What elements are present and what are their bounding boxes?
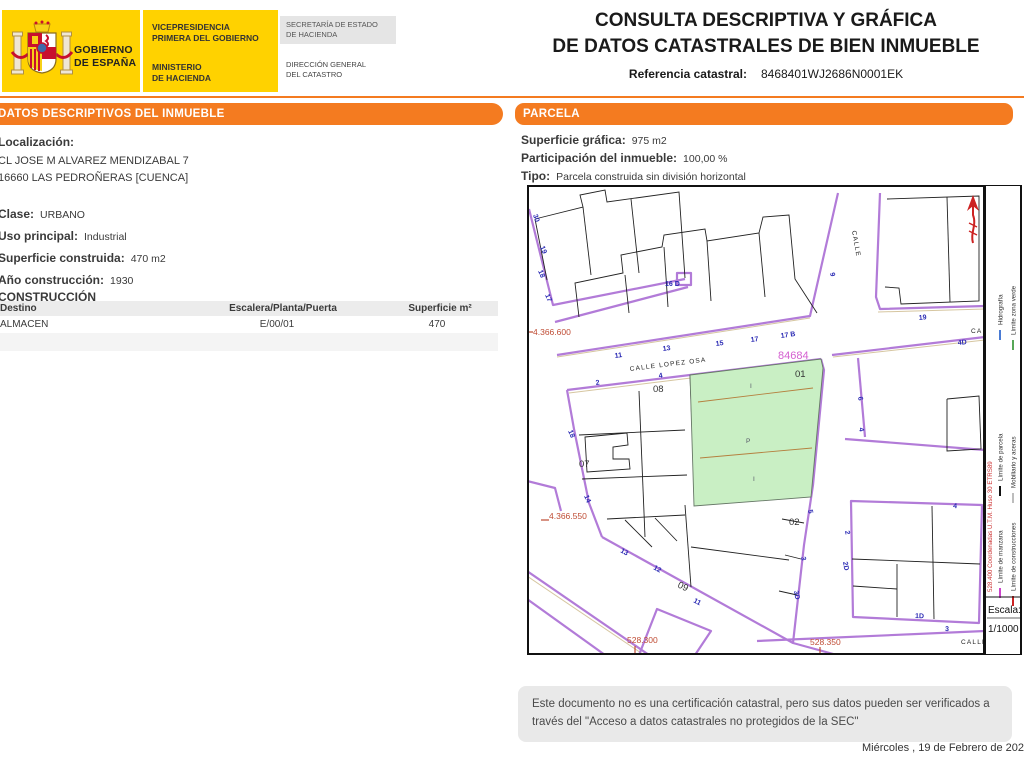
legend-item-label: Límite de parcela <box>998 433 1005 481</box>
col-destino: Destino <box>0 303 37 314</box>
house-number-label: 4D <box>957 339 967 347</box>
manzana-number-label: 84684 <box>778 350 809 362</box>
gobierno-logo-box: GOBIERNO DE ESPAÑA <box>2 10 140 92</box>
participacion-label: Participación del inmueble: <box>521 151 678 165</box>
ref-catastral-label: Referencia catastral: <box>628 67 747 81</box>
construction-type-label: I <box>750 383 752 390</box>
coordinate-label: 528.350 <box>810 637 841 647</box>
house-number-label: 17 <box>750 336 759 344</box>
vicepresidencia-line2: PRIMERA DEL GOBIERNO <box>152 33 259 44</box>
cadastral-document: GOBIERNO DE ESPAÑA VICEPRESIDENCIA PRIME… <box>0 0 1024 768</box>
legend-item-label: Hidrografía <box>998 294 1005 325</box>
secretaria-line2: DE HACIENDA <box>286 30 338 40</box>
house-number-label: 11 <box>614 352 622 360</box>
secretaria-line1: SECRETARÍA DE ESTADO <box>286 20 378 29</box>
disclaimer-box: Este documento no es una certificación c… <box>518 686 1012 742</box>
vicepresidencia-line1: VICEPRESIDENCIA <box>152 22 230 32</box>
superficie-construida-label: Superficie construida: <box>0 251 125 265</box>
legend-item-label: Límite de construcciones <box>1011 523 1018 591</box>
parcel-number-label: 07 <box>579 459 590 470</box>
direccion-line1: DIRECCIÓN GENERAL <box>286 60 367 69</box>
coordinate-label: 528.300 <box>627 635 658 645</box>
cell-escalera: E/00/01 <box>259 319 295 330</box>
coordinate-label: 4.366.600 <box>533 327 571 337</box>
uso-principal-label: Uso principal: <box>0 229 79 243</box>
coordinate-label: 4.366.550 <box>549 511 587 521</box>
document-title-line2: DE DATOS CATASTRALES DE BIEN INMUEBLE <box>552 36 980 57</box>
ministerio-line2: DE HACIENDA <box>152 73 212 84</box>
highlighted-parcel <box>689 358 824 507</box>
parcel-number-label: 08 <box>653 384 664 395</box>
construccion-table-empty-row <box>0 333 498 351</box>
tipo-label: Tipo: <box>521 169 551 183</box>
legend-item-label: Mobiliario y aceras <box>1011 436 1018 488</box>
house-number-label: 13 <box>662 345 671 353</box>
address-line2: 16660 LAS PEDROÑERAS [CUENCA] <box>0 172 189 184</box>
legend-item-label: Límite de manzana <box>998 530 1005 583</box>
disclaimer-text: Este documento no es una certificación c… <box>532 698 990 728</box>
left-section-header: DATOS DESCRIPTIVOS DEL INMUEBLE <box>0 103 503 125</box>
house-number-label: 1D <box>915 613 924 620</box>
document-date: Miércoles , 19 de Febrero de 2025 <box>862 742 1024 754</box>
parcel-number-label: 01 <box>795 369 806 380</box>
escala-value: 1/1000 <box>988 624 1019 635</box>
participacion-value: 100,00 % <box>683 153 728 165</box>
street-name-label: CA <box>971 328 982 335</box>
cell-superficie: 470 <box>428 319 446 330</box>
direccion-line2: DEL CATASTRO <box>286 70 343 80</box>
ref-catastral-value: 8468401WJ2686N0001EK <box>760 67 904 81</box>
legend-item-label: Límite zona verde <box>1011 285 1018 335</box>
escala-label: Escala: <box>988 605 1021 616</box>
ano-construccion-label: Año construcción: <box>0 273 105 287</box>
construction-type-label: P <box>746 438 750 445</box>
legend-utm-note: 528.400 Coordenadas U.T.M. Huso 30 ETRS8… <box>987 461 994 592</box>
cadastral-map: CALLE LOPEZ OSACALLECACALLE 3019181716 D… <box>527 185 985 655</box>
secretaria-box: SECRETARÍA DE ESTADO DE HACIENDA <box>280 16 396 45</box>
document-title-line1: CONSULTA DESCRIPTIVA Y GRÁFICA <box>594 10 938 31</box>
gobierno-text-line1: GOBIERNO <box>74 44 133 56</box>
spain-coat-of-arms-icon <box>10 20 74 75</box>
superficie-construida-value: 470 m2 <box>130 253 166 265</box>
orange-divider-rule <box>0 96 1024 98</box>
superficie-grafica-label: Superficie gráfica: <box>521 133 626 147</box>
col-superficie: Superficie m² <box>408 303 472 314</box>
street-name-label: CALLE <box>961 639 985 646</box>
gobierno-text-line2: DE ESPAÑA <box>74 57 137 70</box>
uso-principal-value: Industrial <box>84 231 127 243</box>
localizacion-label: Localización: <box>0 135 75 149</box>
address-line1: CL JOSE M ALVAREZ MENDIZABAL 7 <box>0 155 189 167</box>
house-number-label: 4 <box>953 503 957 510</box>
house-number-label: 19 <box>918 314 927 322</box>
col-escalera-planta-puerta: Escalera/Planta/Puerta <box>229 303 337 314</box>
parcela-section-header: PARCELA <box>515 103 1013 125</box>
clase-value: URBANO <box>40 209 85 221</box>
parcel-number-label: 02 <box>789 517 800 528</box>
house-number-label: 16 D <box>665 281 680 288</box>
construction-type-label: I <box>753 476 755 483</box>
ministerio-box: VICEPRESIDENCIA PRIMERA DEL GOBIERNO MIN… <box>143 10 278 92</box>
direccion-general-label: DIRECCIÓN GENERAL DEL CATASTRO <box>286 60 366 80</box>
ministerio-line1: MINISTERIO <box>152 62 202 72</box>
house-number-label: 3 <box>945 626 949 633</box>
map-legend: Hidrografía Límite zona verde Límite de pa… <box>985 185 1022 655</box>
tipo-value: Parcela construida sin división horizont… <box>556 171 746 183</box>
ano-construccion-value: 1930 <box>110 275 134 287</box>
superficie-grafica-value: 975 m2 <box>631 135 667 147</box>
cell-destino: ALMACEN <box>0 319 49 330</box>
clase-label: Clase: <box>0 207 35 221</box>
house-number-label: 15 <box>715 340 724 348</box>
